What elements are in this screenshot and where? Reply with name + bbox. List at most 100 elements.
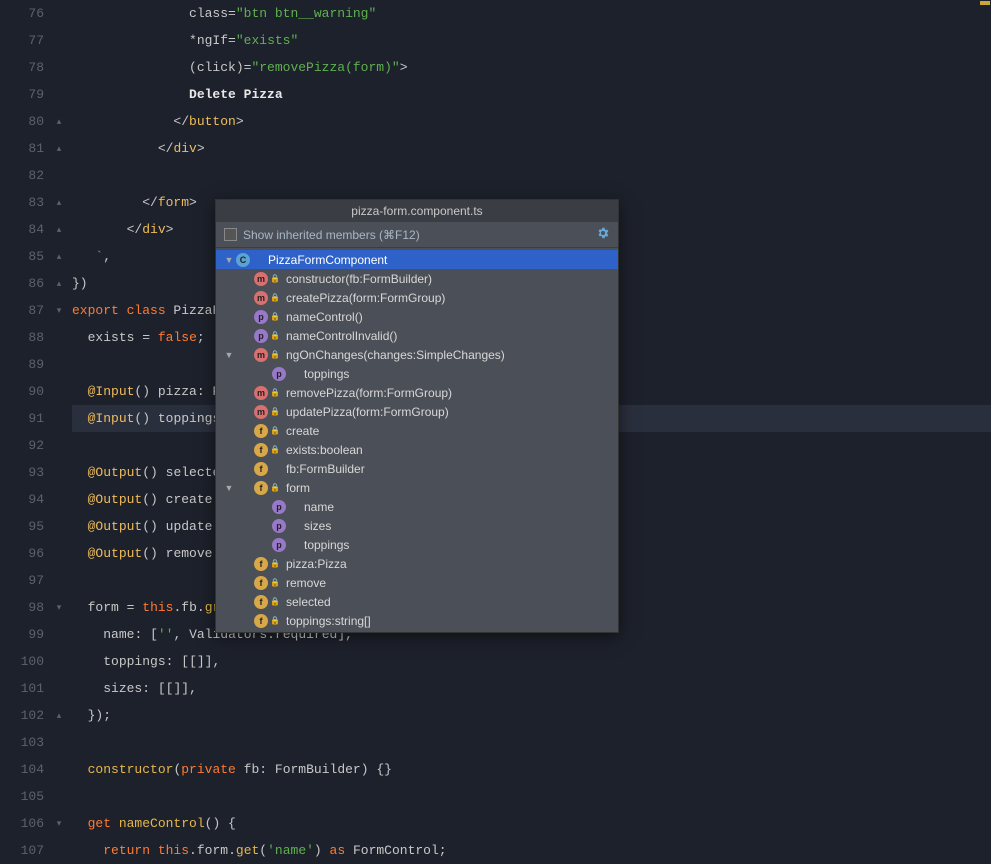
code-line[interactable]: constructor(private fb: FormBuilder) {} [72, 756, 991, 783]
line-number: 84 [0, 216, 44, 243]
line-number: 101 [0, 675, 44, 702]
line-number: 100 [0, 648, 44, 675]
code-line[interactable]: class="btn btn__warning" [72, 0, 991, 27]
lock-icon: 🔒 [270, 312, 282, 321]
line-number: 103 [0, 729, 44, 756]
structure-item-label: fb:FormBuilder [286, 462, 365, 476]
structure-tree[interactable]: ▼CPizzaFormComponentm🔒constructor(fb:For… [216, 248, 618, 632]
structure-item[interactable]: ▼f🔒form [216, 478, 618, 497]
expander-icon[interactable]: ▼ [222, 483, 236, 493]
line-number: 99 [0, 621, 44, 648]
line-number: 97 [0, 567, 44, 594]
line-number: 76 [0, 0, 44, 27]
line-number: 102 [0, 702, 44, 729]
structure-item-label: exists:boolean [286, 443, 363, 457]
m-icon: m [254, 405, 268, 419]
fold-open-icon[interactable]: ▾ [54, 819, 64, 829]
structure-item[interactable]: ptoppings [216, 535, 618, 554]
line-number: 80 [0, 108, 44, 135]
gear-icon[interactable] [596, 226, 610, 243]
fold-close-icon[interactable]: ▴ [54, 252, 64, 262]
code-line[interactable]: }); [72, 702, 991, 729]
fold-open-icon[interactable]: ▾ [54, 306, 64, 316]
code-line[interactable]: toppings: [[]], [72, 648, 991, 675]
structure-item[interactable]: pname [216, 497, 618, 516]
expander-icon[interactable]: ▼ [222, 255, 236, 265]
minimap-warning-marker[interactable] [980, 1, 990, 5]
code-line[interactable] [72, 783, 991, 810]
line-number: 88 [0, 324, 44, 351]
structure-item[interactable]: m🔒updatePizza(form:FormGroup) [216, 402, 618, 421]
line-number: 87 [0, 297, 44, 324]
code-line[interactable]: get nameControl() { [72, 810, 991, 837]
fold-close-icon[interactable]: ▴ [54, 225, 64, 235]
structure-item-label: ngOnChanges(changes:SimpleChanges) [286, 348, 505, 362]
structure-item[interactable]: m🔒removePizza(form:FormGroup) [216, 383, 618, 402]
structure-item[interactable]: m🔒constructor(fb:FormBuilder) [216, 269, 618, 288]
structure-item-label: remove [286, 576, 326, 590]
line-number: 89 [0, 351, 44, 378]
f-icon: f [254, 557, 268, 571]
structure-item[interactable]: p🔒nameControlInvalid() [216, 326, 618, 345]
line-number: 98 [0, 594, 44, 621]
structure-item[interactable]: f🔒exists:boolean [216, 440, 618, 459]
fold-close-icon[interactable]: ▴ [54, 198, 64, 208]
line-number: 95 [0, 513, 44, 540]
line-number: 85 [0, 243, 44, 270]
p-icon: p [272, 519, 286, 533]
structure-item[interactable]: ▼m🔒ngOnChanges(changes:SimpleChanges) [216, 345, 618, 364]
lock-icon: 🔒 [270, 293, 282, 302]
p-icon: p [272, 538, 286, 552]
lock-icon: 🔒 [270, 426, 282, 435]
f-icon: f [254, 462, 268, 476]
structure-item[interactable]: f🔒 remove [216, 573, 618, 592]
structure-item-label: createPizza(form:FormGroup) [286, 291, 445, 305]
f-icon: f [254, 576, 268, 590]
line-number: 94 [0, 486, 44, 513]
fold-column[interactable]: ▴ ▴ ▴ ▴ ▴ ▴ ▾ ▾ ▴ ▾ [52, 0, 68, 852]
structure-item[interactable]: psizes [216, 516, 618, 535]
structure-item[interactable]: ptoppings [216, 364, 618, 383]
structure-item[interactable]: f fb:FormBuilder [216, 459, 618, 478]
inherited-checkbox[interactable] [224, 228, 237, 241]
code-line[interactable]: *ngIf="exists" [72, 27, 991, 54]
m-icon: m [254, 386, 268, 400]
code-line[interactable]: (click)="removePizza(form)"> [72, 54, 991, 81]
f-icon: f [254, 595, 268, 609]
structure-item[interactable]: f🔒 selected [216, 592, 618, 611]
structure-item-label: nameControl() [286, 310, 363, 324]
structure-item[interactable]: ▼CPizzaFormComponent [216, 250, 618, 269]
p-icon: p [254, 329, 268, 343]
structure-item[interactable]: f🔒pizza:Pizza [216, 554, 618, 573]
inherited-label: Show inherited members (⌘F12) [243, 228, 420, 242]
line-number: 83 [0, 189, 44, 216]
structure-item[interactable]: p🔒nameControl() [216, 307, 618, 326]
fold-close-icon[interactable]: ▴ [54, 711, 64, 721]
code-line[interactable]: </button> [72, 108, 991, 135]
fold-close-icon[interactable]: ▴ [54, 279, 64, 289]
code-line[interactable]: </div> [72, 135, 991, 162]
fold-open-icon[interactable]: ▾ [54, 603, 64, 613]
structure-item[interactable]: f🔒create [216, 421, 618, 440]
lock-icon: 🔒 [270, 331, 282, 340]
line-number-gutter: 7677787980818283848586878889909192939495… [0, 0, 52, 852]
structure-item-label: PizzaFormComponent [268, 253, 387, 267]
line-number: 79 [0, 81, 44, 108]
code-line[interactable]: Delete Pizza [72, 81, 991, 108]
fold-close-icon[interactable]: ▴ [54, 117, 64, 127]
code-line[interactable]: sizes: [[]], [72, 675, 991, 702]
expander-icon[interactable]: ▼ [222, 350, 236, 360]
fold-close-icon[interactable]: ▴ [54, 144, 64, 154]
structure-item-label: constructor(fb:FormBuilder) [286, 272, 432, 286]
lock-icon: 🔒 [270, 597, 282, 606]
code-line[interactable] [72, 162, 991, 189]
structure-item-label: create [286, 424, 319, 438]
structure-item[interactable]: m🔒createPizza(form:FormGroup) [216, 288, 618, 307]
structure-item[interactable]: f🔒toppings:string[] [216, 611, 618, 630]
f-icon: f [254, 443, 268, 457]
code-line[interactable]: return this.form.get('name') as FormCont… [72, 837, 991, 864]
code-line[interactable] [72, 729, 991, 756]
structure-item-label: selected [286, 595, 331, 609]
lock-icon: 🔒 [270, 578, 282, 587]
line-number: 77 [0, 27, 44, 54]
